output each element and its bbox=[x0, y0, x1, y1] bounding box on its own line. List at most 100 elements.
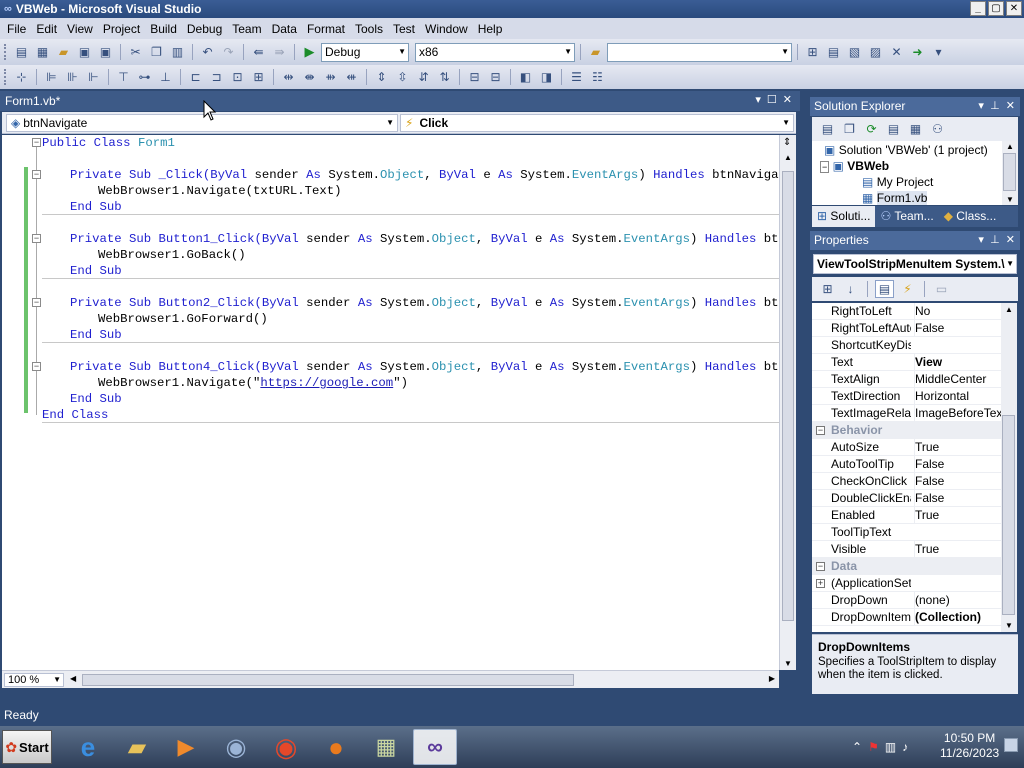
tab-order-icon[interactable]: ☰ bbox=[567, 68, 586, 86]
scroll-thumb[interactable] bbox=[1003, 153, 1016, 191]
close-icon[interactable]: ✕ bbox=[1006, 100, 1015, 112]
center-horizontally-icon[interactable]: ⊟ bbox=[465, 68, 484, 86]
tree-item-solution[interactable]: ▣ Solution 'VBWeb' (1 project) bbox=[824, 142, 988, 158]
property-value[interactable]: True bbox=[914, 507, 1001, 524]
tab-solution-explorer[interactable]: ⊞ Soluti... bbox=[812, 206, 876, 227]
horizontal-spacing-icon[interactable]: ⇹ bbox=[279, 68, 298, 86]
document-tab[interactable]: Form1.vb* bbox=[5, 94, 60, 108]
property-row[interactable]: RightToLeft No bbox=[812, 303, 1001, 320]
scroll-up-icon[interactable]: ▲ bbox=[784, 153, 792, 162]
menu-help[interactable]: Help bbox=[473, 22, 508, 36]
platform-select[interactable]: x86 ▼ bbox=[415, 42, 575, 62]
scroll-up-icon[interactable]: ▲ bbox=[1006, 142, 1014, 151]
events-icon[interactable]: ⚡ bbox=[898, 280, 917, 298]
restore-button[interactable]: ▢ bbox=[988, 1, 1004, 16]
property-value[interactable]: True bbox=[914, 541, 1001, 558]
menu-data[interactable]: Data bbox=[267, 22, 302, 36]
extension-manager-icon[interactable]: ✕ bbox=[887, 43, 906, 61]
paste-icon[interactable]: ▥ bbox=[168, 43, 187, 61]
start-button[interactable]: ✿ Start bbox=[2, 730, 52, 764]
show-hidden-icons-icon[interactable]: ⌃ bbox=[852, 740, 862, 754]
class-name-dropdown[interactable]: ◈ btnNavigate ▼ bbox=[6, 114, 398, 132]
collapse-icon[interactable]: − bbox=[32, 138, 41, 147]
decrease-vertical-spacing-icon[interactable]: ⇵ bbox=[414, 68, 433, 86]
remove-vertical-spacing-icon[interactable]: ⇅ bbox=[435, 68, 454, 86]
property-row[interactable]: ToolTipText bbox=[812, 524, 1001, 541]
scroll-down-icon[interactable]: ▼ bbox=[1006, 195, 1014, 204]
menu-build[interactable]: Build bbox=[145, 22, 182, 36]
align-centers-icon[interactable]: ⊪ bbox=[63, 68, 82, 86]
menu-project[interactable]: Project bbox=[98, 22, 145, 36]
tree-item-form1[interactable]: ▦ Form1.vb bbox=[862, 190, 928, 206]
tree-item-project[interactable]: − ▣ VBWeb bbox=[820, 158, 889, 174]
solution-explorer-scrollbar[interactable]: ▲ ▼ bbox=[1002, 141, 1018, 205]
property-value[interactable]: (Collection) bbox=[914, 609, 1001, 626]
redo-icon[interactable]: ↷ bbox=[219, 43, 238, 61]
start-debugging-icon[interactable]: ▶ bbox=[300, 43, 319, 61]
properties-scrollbar[interactable]: ▲ ▼ bbox=[1001, 303, 1017, 632]
add-item-icon[interactable]: ▦ bbox=[33, 43, 52, 61]
align-middles-icon[interactable]: ⊶ bbox=[135, 68, 154, 86]
property-value[interactable]: ImageBeforeText bbox=[914, 405, 1001, 422]
property-value[interactable]: No bbox=[914, 303, 1001, 320]
property-value[interactable]: False bbox=[914, 490, 1001, 507]
size-to-grid-icon[interactable]: ⊞ bbox=[249, 68, 268, 86]
scroll-down-icon[interactable]: ▼ bbox=[1005, 621, 1013, 630]
volume-icon[interactable]: ♪ bbox=[902, 740, 908, 754]
property-category-behavior[interactable]: − Behavior bbox=[812, 422, 1001, 439]
align-tops-icon[interactable]: ⊤ bbox=[114, 68, 133, 86]
expand-icon[interactable]: + bbox=[816, 579, 825, 588]
menu-format[interactable]: Format bbox=[302, 22, 350, 36]
increase-horizontal-spacing-icon[interactable]: ⇼ bbox=[300, 68, 319, 86]
properties-icon[interactable]: ▤ bbox=[818, 120, 837, 138]
dropdown-icon[interactable]: ▾ bbox=[978, 234, 984, 246]
network-icon[interactable]: ▥ bbox=[885, 740, 896, 754]
property-row[interactable]: CheckOnClick False bbox=[812, 473, 1001, 490]
toolbar-options-icon[interactable]: ☷ bbox=[588, 68, 607, 86]
action-center-icon[interactable]: ⚑ bbox=[868, 740, 879, 754]
cut-icon[interactable]: ✂ bbox=[126, 43, 145, 61]
property-row[interactable]: Visible True bbox=[812, 541, 1001, 558]
object-browser-icon[interactable]: ▧ bbox=[845, 43, 864, 61]
find-combo[interactable]: ▼ bbox=[607, 42, 792, 62]
navigate-backward-icon[interactable]: ⇚ bbox=[249, 43, 268, 61]
bring-to-front-icon[interactable]: ◧ bbox=[516, 68, 535, 86]
network-app-taskbar-icon[interactable]: ▦ bbox=[364, 729, 408, 765]
collapse-icon[interactable]: − bbox=[820, 161, 830, 173]
remove-horizontal-spacing-icon[interactable]: ⇺ bbox=[342, 68, 361, 86]
save-icon[interactable]: ▣ bbox=[75, 43, 94, 61]
clock[interactable]: 10:50 PM 11/26/2023 bbox=[940, 731, 999, 761]
navigate-forward-icon[interactable]: ⇛ bbox=[270, 43, 289, 61]
pin-icon[interactable]: ⊥ bbox=[990, 100, 1000, 112]
scroll-down-icon[interactable]: ▼ bbox=[784, 659, 792, 668]
scroll-right-icon[interactable]: ▶ bbox=[769, 674, 775, 683]
property-value[interactable]: False bbox=[914, 456, 1001, 473]
solution-explorer-icon[interactable]: ⊞ bbox=[803, 43, 822, 61]
scroll-thumb[interactable] bbox=[82, 674, 574, 686]
collapse-icon[interactable]: − bbox=[32, 170, 41, 179]
file-explorer-taskbar-icon[interactable]: ▰ bbox=[115, 729, 159, 765]
tree-item-my-project[interactable]: ▤ My Project bbox=[862, 174, 933, 190]
split-icon[interactable]: ⇕ bbox=[783, 137, 791, 148]
undo-icon[interactable]: ↶ bbox=[198, 43, 217, 61]
menu-edit[interactable]: Edit bbox=[31, 22, 62, 36]
editor-vertical-scrollbar[interactable]: ⇕ ▲ ▼ bbox=[779, 135, 796, 670]
toolbox-icon[interactable]: ▨ bbox=[866, 43, 885, 61]
show-desktop-icon[interactable] bbox=[1004, 738, 1018, 752]
zoom-select[interactable]: 100 % ▼ bbox=[4, 673, 64, 687]
view-designer-icon[interactable]: ▦ bbox=[906, 120, 925, 138]
property-row[interactable]: TextAlign MiddleCenter bbox=[812, 371, 1001, 388]
make-same-size-icon[interactable]: ⊡ bbox=[228, 68, 247, 86]
scroll-left-icon[interactable]: ◀ bbox=[70, 674, 76, 683]
scroll-up-icon[interactable]: ▲ bbox=[1005, 305, 1013, 314]
menu-view[interactable]: View bbox=[62, 22, 98, 36]
save-all-icon[interactable]: ▣ bbox=[96, 43, 115, 61]
toolbar-grip[interactable] bbox=[4, 69, 8, 85]
property-category-data[interactable]: − Data bbox=[812, 558, 1001, 575]
property-row[interactable]: AutoSize True bbox=[812, 439, 1001, 456]
tab-class-view[interactable]: ◆ Class... bbox=[939, 206, 1002, 227]
toolbar-grip[interactable] bbox=[4, 44, 8, 60]
align-bottoms-icon[interactable]: ⊥ bbox=[156, 68, 175, 86]
property-value[interactable]: True bbox=[914, 439, 1001, 456]
media-player-taskbar-icon[interactable]: ▶ bbox=[164, 729, 208, 765]
